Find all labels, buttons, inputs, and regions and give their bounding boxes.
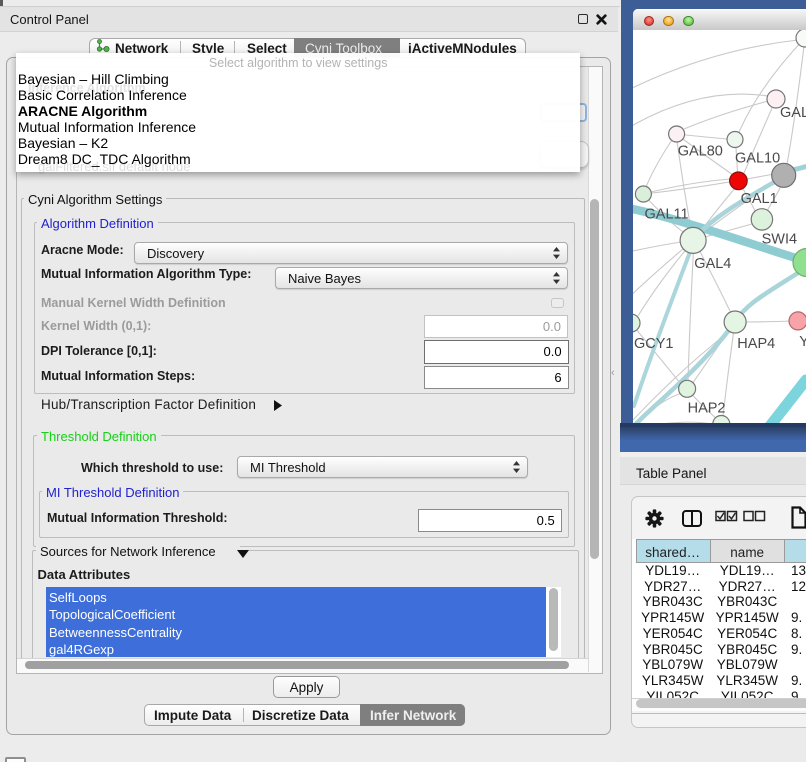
svg-text:GAL1: GAL1 <box>741 191 778 207</box>
svg-text:HAP4: HAP4 <box>737 336 775 352</box>
svg-text:GAL11: GAL11 <box>645 206 689 222</box>
svg-text:GAL80: GAL80 <box>678 143 723 159</box>
svg-text:HAP2: HAP2 <box>688 401 726 417</box>
svg-text:Y: Y <box>799 334 806 350</box>
svg-text:GAL10: GAL10 <box>735 151 780 167</box>
svg-text:GAL7: GAL7 <box>780 105 806 121</box>
svg-text:SWI4: SWI4 <box>762 232 797 248</box>
svg-text:GCY1: GCY1 <box>634 336 674 352</box>
svg-text:GAL4: GAL4 <box>694 256 731 272</box>
